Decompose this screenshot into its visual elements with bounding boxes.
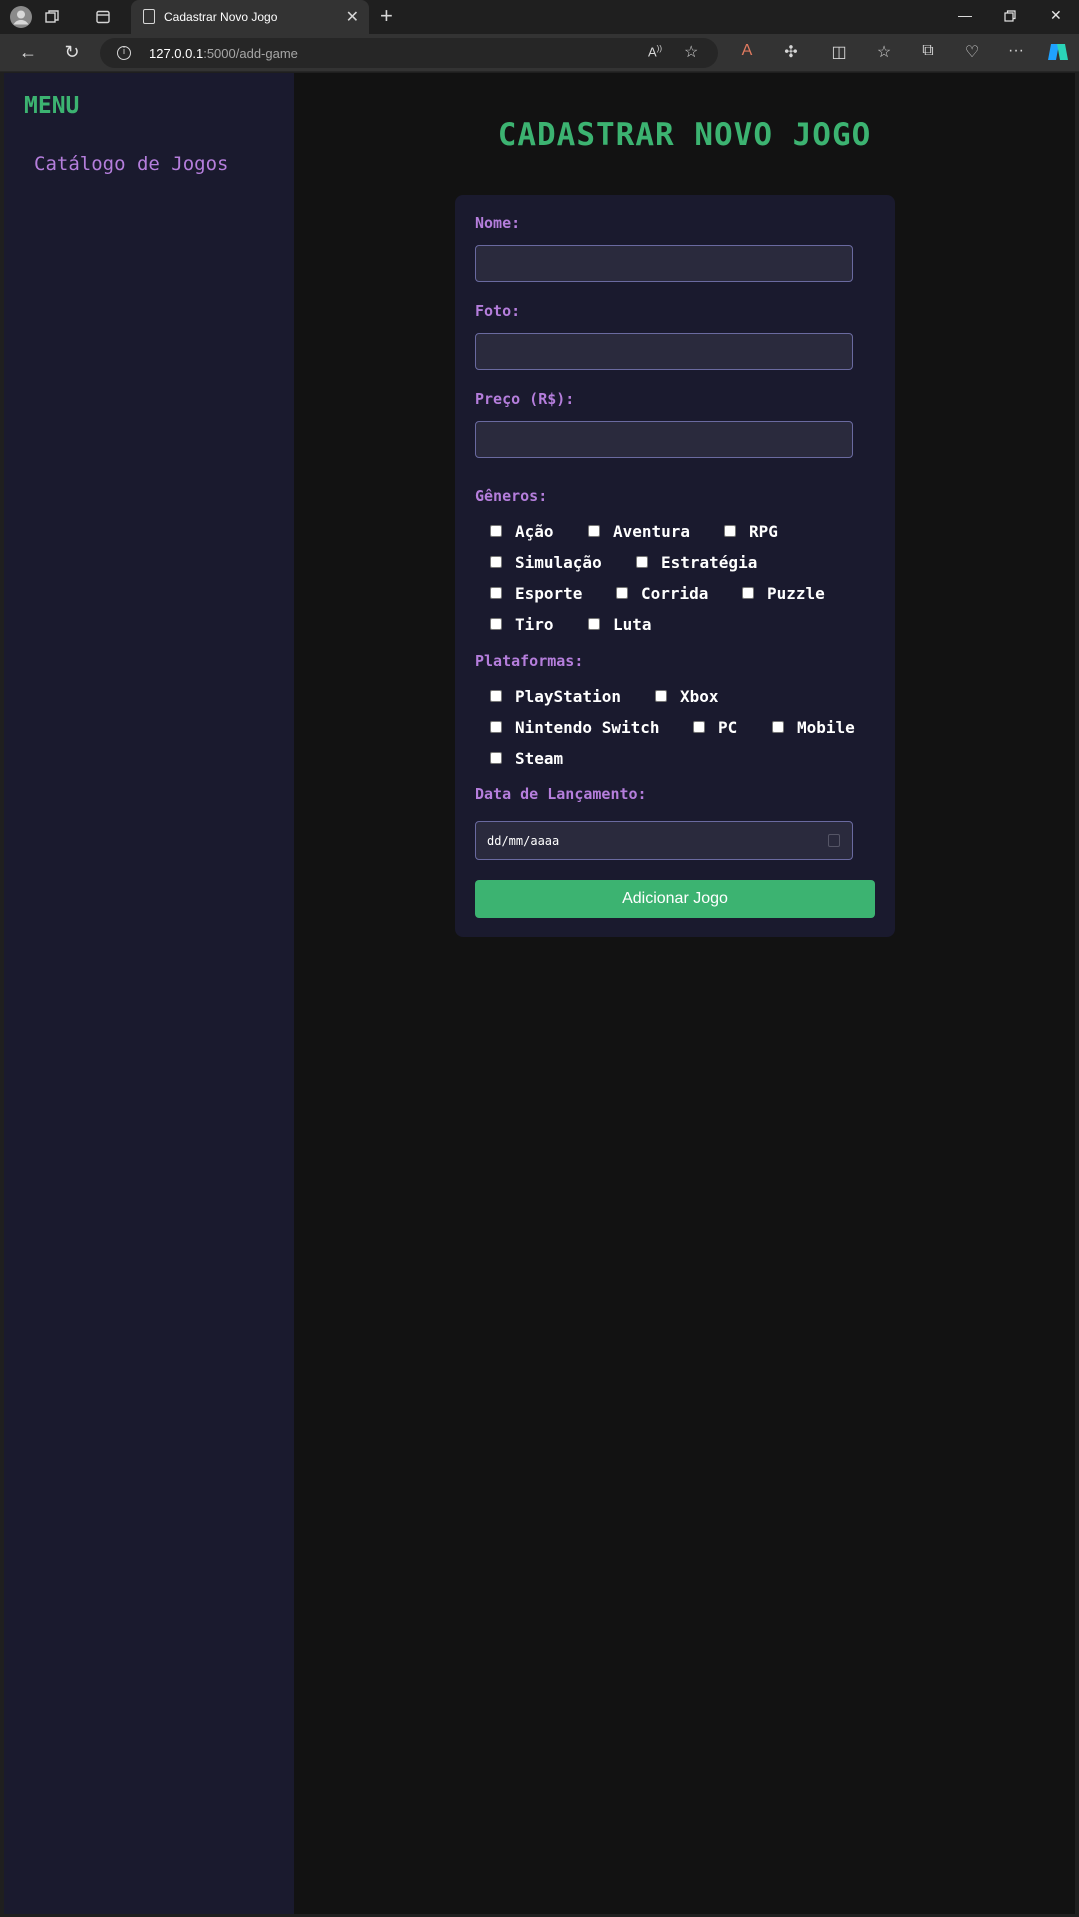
genre-checkbox-acao[interactable]: Ação bbox=[490, 521, 554, 541]
sidebar-item-catalogo[interactable]: Catálogo de Jogos bbox=[34, 153, 228, 175]
genre-label: Corrida bbox=[641, 583, 709, 603]
extension-icon[interactable]: A bbox=[735, 42, 759, 60]
read-aloud-icon[interactable]: A)) bbox=[648, 44, 662, 59]
release-date-input[interactable]: dd/mm/aaaa bbox=[475, 821, 853, 860]
browser-essentials-icon[interactable]: ♡ bbox=[960, 42, 984, 62]
genre-checkbox-rpg[interactable]: RPG bbox=[724, 521, 778, 541]
browser-tab-bar: Cadastrar Novo Jogo ✕ + — ✕ bbox=[0, 0, 1079, 34]
checkbox[interactable] bbox=[490, 525, 502, 537]
genre-checkbox-tiro[interactable]: Tiro bbox=[490, 614, 554, 634]
copilot-icon[interactable] bbox=[1046, 42, 1070, 67]
price-input[interactable] bbox=[475, 421, 853, 458]
genre-label: Simulação bbox=[515, 552, 602, 572]
checkbox[interactable] bbox=[693, 721, 705, 733]
genre-checkbox-simulacao[interactable]: Simulação bbox=[490, 552, 602, 572]
favorite-star-icon[interactable]: ☆ bbox=[684, 42, 698, 62]
checkbox[interactable] bbox=[588, 525, 600, 537]
platform-checkbox-steam[interactable]: Steam bbox=[490, 748, 563, 768]
checkbox[interactable] bbox=[588, 618, 600, 630]
name-input[interactable] bbox=[475, 245, 853, 282]
genre-label: Luta bbox=[613, 614, 652, 634]
genre-label: RPG bbox=[749, 521, 778, 541]
page-viewport: MENU Catálogo de Jogos CADASTRAR NOVO JO… bbox=[4, 73, 1075, 1914]
vertical-tabs-icon[interactable] bbox=[91, 5, 115, 29]
price-label: Preço (R$): bbox=[475, 390, 575, 408]
url-host: 127.0.0.1 bbox=[149, 46, 204, 61]
more-options-icon[interactable]: ··· bbox=[1004, 42, 1028, 60]
genre-label: Tiro bbox=[515, 614, 554, 634]
checkbox[interactable] bbox=[616, 587, 628, 599]
platform-checkbox-xbox[interactable]: Xbox bbox=[655, 686, 719, 706]
genre-checkbox-estrategia[interactable]: Estratégia bbox=[636, 552, 757, 572]
checkbox[interactable] bbox=[655, 690, 667, 702]
platform-label: PC bbox=[718, 717, 738, 737]
split-screen-icon[interactable]: ◫ bbox=[827, 42, 851, 62]
add-game-form: Nome: Foto: Preço (R$): Gêneros: Ação Av… bbox=[455, 195, 895, 937]
checkbox[interactable] bbox=[724, 525, 736, 537]
checkbox[interactable] bbox=[490, 690, 502, 702]
tab-active[interactable]: Cadastrar Novo Jogo ✕ bbox=[131, 0, 369, 34]
platform-label: Steam bbox=[515, 748, 564, 768]
genre-label: Esporte bbox=[515, 583, 583, 603]
checkbox[interactable] bbox=[490, 556, 502, 568]
platform-checkbox-pc[interactable]: PC bbox=[693, 717, 737, 737]
favorites-icon[interactable]: ☆ bbox=[872, 42, 896, 62]
collections-icon[interactable]: ⧉ bbox=[916, 42, 940, 60]
menu-title: MENU bbox=[24, 93, 80, 119]
platforms-label: Plataformas: bbox=[475, 652, 584, 670]
checkbox[interactable] bbox=[490, 721, 502, 733]
photo-label: Foto: bbox=[475, 302, 521, 320]
refresh-icon[interactable]: ↻ bbox=[60, 42, 84, 63]
minimize-icon[interactable]: — bbox=[958, 7, 972, 23]
add-game-button[interactable]: Adicionar Jogo bbox=[475, 880, 875, 918]
genre-checkbox-corrida[interactable]: Corrida bbox=[616, 583, 708, 603]
genre-checkbox-luta[interactable]: Luta bbox=[588, 614, 652, 634]
platform-checkbox-playstation[interactable]: PlayStation bbox=[490, 686, 621, 706]
restore-icon[interactable] bbox=[1004, 9, 1016, 25]
genre-checkbox-puzzle[interactable]: Puzzle bbox=[742, 583, 825, 603]
platform-checkbox-nintendo-switch[interactable]: Nintendo Switch bbox=[490, 717, 660, 737]
genre-label: Aventura bbox=[613, 521, 691, 541]
url-path: :5000/add-game bbox=[203, 46, 298, 61]
workspaces-icon[interactable] bbox=[40, 5, 64, 29]
checkbox[interactable] bbox=[490, 752, 502, 764]
checkbox[interactable] bbox=[742, 587, 754, 599]
sidebar: MENU Catálogo de Jogos bbox=[4, 73, 294, 1914]
genre-label: Ação bbox=[515, 521, 554, 541]
genre-label: Estratégia bbox=[661, 552, 758, 572]
photo-input[interactable] bbox=[475, 333, 853, 370]
extensions-puzzle-icon[interactable]: ✣ bbox=[779, 42, 803, 62]
close-tab-icon[interactable]: ✕ bbox=[346, 7, 359, 27]
platform-checkbox-mobile[interactable]: Mobile bbox=[772, 717, 855, 737]
url-text[interactable]: 127.0.0.1:5000/add-game bbox=[149, 46, 298, 61]
platform-label: PlayStation bbox=[515, 686, 621, 706]
release-date-label: Data de Lançamento: bbox=[475, 785, 647, 803]
genre-label: Puzzle bbox=[767, 583, 825, 603]
platform-label: Mobile bbox=[797, 717, 855, 737]
profile-avatar-icon[interactable] bbox=[9, 5, 33, 29]
genre-checkbox-esporte[interactable]: Esporte bbox=[490, 583, 582, 603]
date-placeholder: dd/mm/aaaa bbox=[487, 834, 560, 848]
browser-toolbar: ← ↻ i 127.0.0.1:5000/add-game A)) ☆ A ✣ … bbox=[0, 34, 1079, 72]
checkbox[interactable] bbox=[772, 721, 784, 733]
site-info-icon[interactable]: i bbox=[117, 46, 131, 60]
genres-label: Gêneros: bbox=[475, 487, 548, 505]
platform-label: Nintendo Switch bbox=[515, 717, 660, 737]
genre-checkbox-aventura[interactable]: Aventura bbox=[588, 521, 690, 541]
address-bar[interactable]: i 127.0.0.1:5000/add-game A)) ☆ bbox=[100, 38, 718, 68]
tab-title: Cadastrar Novo Jogo bbox=[164, 10, 278, 24]
new-tab-icon[interactable]: + bbox=[380, 3, 393, 29]
calendar-icon[interactable] bbox=[828, 834, 840, 847]
page-icon bbox=[143, 9, 155, 24]
page-title: CADASTRAR NOVO JOGO bbox=[497, 117, 872, 153]
checkbox[interactable] bbox=[490, 618, 502, 630]
platform-label: Xbox bbox=[680, 686, 719, 706]
name-label: Nome: bbox=[475, 214, 521, 232]
close-window-icon[interactable]: ✕ bbox=[1050, 7, 1062, 24]
back-icon[interactable]: ← bbox=[16, 42, 40, 63]
checkbox[interactable] bbox=[490, 587, 502, 599]
checkbox[interactable] bbox=[636, 556, 648, 568]
